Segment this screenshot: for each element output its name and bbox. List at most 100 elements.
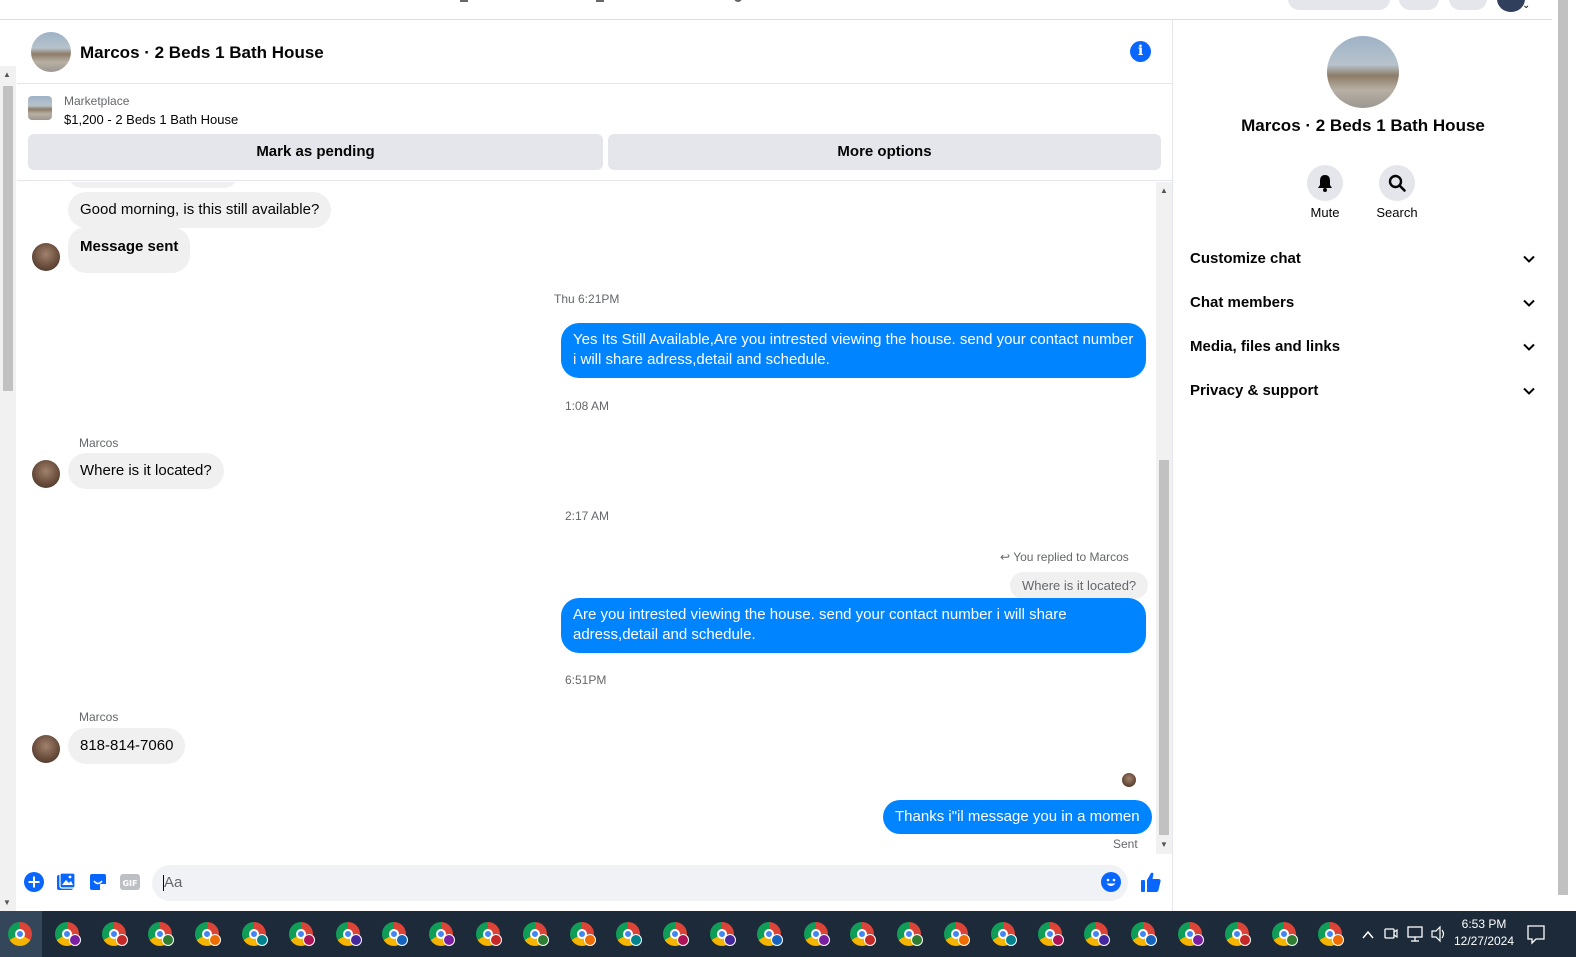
section-media-files-links[interactable]: Media, files and links bbox=[1190, 332, 1536, 362]
profile-badge-icon bbox=[677, 934, 690, 946]
mark-pending-button[interactable]: Mark as pending bbox=[28, 134, 603, 170]
listing-title[interactable]: $1,200 - 2 Beds 1 Bath House bbox=[64, 112, 238, 127]
page-scrollbar[interactable]: ▲ ▼ bbox=[0, 66, 16, 911]
notifications-icon[interactable] bbox=[1526, 911, 1546, 957]
profile-badge-icon bbox=[256, 934, 268, 946]
section-customize-chat[interactable]: Customize chat bbox=[1190, 244, 1536, 274]
thumbs-up-icon[interactable] bbox=[1140, 871, 1162, 893]
volume-icon[interactable] bbox=[1430, 911, 1448, 957]
profile-badge-icon bbox=[1004, 934, 1017, 946]
search-button[interactable] bbox=[1379, 165, 1415, 201]
section-privacy-support[interactable]: Privacy & support bbox=[1190, 376, 1536, 406]
marketplace-label: Marketplace bbox=[64, 94, 130, 108]
details-title: Marcos · 2 Beds 1 Bath House bbox=[1241, 116, 1485, 135]
message-list[interactable]: Good morning, is this still available? M… bbox=[17, 182, 1173, 854]
chrome-profile-icon[interactable] bbox=[8, 922, 32, 946]
message-status: Sent bbox=[1113, 837, 1138, 851]
plus-icon[interactable] bbox=[24, 872, 44, 892]
groups-nav-icon[interactable] bbox=[596, 0, 604, 2]
browser-scrollbar[interactable] bbox=[1552, 0, 1576, 911]
profile-badge-icon bbox=[583, 934, 596, 946]
show-hidden-icons-chevron-icon[interactable] bbox=[1361, 911, 1375, 957]
details-avatar[interactable] bbox=[1327, 36, 1399, 108]
sender-name: Marcos bbox=[79, 710, 119, 724]
photo-icon[interactable] bbox=[56, 872, 76, 892]
page-scroll-thumb[interactable] bbox=[3, 86, 13, 391]
emoji-icon[interactable] bbox=[1101, 872, 1121, 892]
mute-button[interactable] bbox=[1307, 165, 1343, 201]
section-label: Privacy & support bbox=[1190, 382, 1319, 399]
top-navigation-bar: ⌄ bbox=[0, 0, 1576, 20]
scroll-down-arrow-icon[interactable]: ▼ bbox=[1160, 840, 1168, 849]
sticker-icon[interactable] bbox=[88, 872, 108, 892]
sender-avatar[interactable] bbox=[32, 460, 60, 488]
read-receipt-avatar bbox=[1122, 773, 1136, 787]
profile-badge-icon bbox=[115, 934, 128, 946]
message-bubble[interactable]: Message sent bbox=[68, 227, 191, 273]
reply-arrow-icon: ↩ bbox=[1000, 550, 1011, 564]
profile-badge-icon bbox=[1098, 934, 1111, 946]
chevron-down-icon bbox=[1523, 387, 1535, 395]
windows-taskbar: 6:53 PM 12/27/2024 bbox=[0, 911, 1576, 957]
text-caret bbox=[163, 875, 164, 891]
profile-badge-icon bbox=[443, 934, 456, 946]
search-label: Search bbox=[1376, 205, 1418, 220]
svg-text:GIF: GIF bbox=[122, 879, 137, 888]
gaming-nav-icon[interactable] bbox=[734, 0, 742, 2]
chevron-down-icon bbox=[1523, 343, 1535, 351]
browser-scroll-thumb[interactable] bbox=[1558, 0, 1568, 895]
chevron-down-icon: ⌄ bbox=[1522, 0, 1531, 11]
profile-badge-icon bbox=[770, 934, 783, 946]
meet-now-icon[interactable] bbox=[1384, 911, 1398, 957]
account-avatar[interactable] bbox=[1497, 0, 1525, 12]
chat-panel: Marcos · 2 Beds 1 Bath House i Marketpla… bbox=[17, 20, 1173, 911]
message-bubble-outgoing[interactable]: Are you intrested viewing the house. sen… bbox=[561, 598, 1146, 653]
network-icon[interactable] bbox=[1406, 911, 1424, 957]
profile-badge-icon bbox=[1238, 934, 1251, 946]
sender-name: Marcos bbox=[79, 436, 119, 450]
chat-title[interactable]: Marcos · 2 Beds 1 Bath House bbox=[80, 43, 324, 63]
bell-icon bbox=[1318, 175, 1332, 192]
message-bubble[interactable]: Good morning, is this still available? bbox=[68, 192, 332, 228]
message-bubble[interactable]: Where is it located? bbox=[68, 453, 224, 489]
message-bubble[interactable]: 818-814-7060 bbox=[68, 728, 186, 764]
chevron-down-icon bbox=[1523, 299, 1535, 307]
mute-label: Mute bbox=[1310, 205, 1340, 220]
message-timestamp: 2:17 AM bbox=[565, 509, 610, 523]
top-search-pill[interactable] bbox=[1288, 0, 1390, 10]
marketplace-listing-bar: Marketplace $1,200 - 2 Beds 1 Bath House… bbox=[17, 85, 1173, 181]
profile-badge-icon bbox=[1332, 934, 1345, 946]
profile-badge-icon bbox=[396, 934, 409, 946]
listing-thumbnail[interactable] bbox=[28, 96, 52, 120]
message-bubble-outgoing[interactable]: Thanks i"il message you in a momen bbox=[883, 800, 1152, 834]
profile-badge-icon bbox=[349, 934, 362, 946]
messenger-button[interactable] bbox=[1449, 0, 1487, 10]
message-bubble-clipped bbox=[68, 182, 238, 188]
chat-avatar[interactable] bbox=[31, 32, 71, 72]
scroll-up-arrow-icon[interactable]: ▲ bbox=[3, 70, 11, 79]
message-timestamp: 1:08 AM bbox=[565, 399, 610, 413]
scroll-down-arrow-icon[interactable]: ▼ bbox=[3, 898, 11, 907]
profile-badge-icon bbox=[911, 934, 924, 946]
info-icon[interactable]: i bbox=[1130, 41, 1151, 62]
profile-badge-icon bbox=[68, 934, 81, 946]
profile-badge-icon bbox=[536, 934, 549, 946]
search-icon bbox=[1388, 174, 1406, 192]
message-input[interactable]: Aa bbox=[152, 865, 1128, 901]
gif-icon[interactable]: GIF bbox=[120, 872, 140, 892]
message-bubble-outgoing[interactable]: Yes Its Still Available,Are you intreste… bbox=[561, 323, 1146, 378]
scroll-up-arrow-icon[interactable]: ▲ bbox=[1160, 186, 1168, 195]
sender-avatar[interactable] bbox=[32, 735, 60, 763]
profile-badge-icon bbox=[1051, 934, 1064, 946]
menu-grid-button[interactable] bbox=[1399, 0, 1439, 10]
message-scrollbar[interactable]: ▲ ▼ bbox=[1156, 182, 1172, 854]
quoted-message[interactable]: Where is it located? bbox=[1010, 572, 1149, 599]
system-clock[interactable]: 6:53 PM 12/27/2024 bbox=[1452, 916, 1516, 950]
section-chat-members[interactable]: Chat members bbox=[1190, 288, 1536, 318]
message-input-placeholder: Aa bbox=[164, 874, 183, 891]
message-timestamp: Thu 6:21PM bbox=[554, 292, 620, 306]
marketplace-nav-icon[interactable] bbox=[460, 0, 468, 2]
message-scroll-thumb[interactable] bbox=[1159, 460, 1169, 835]
sender-avatar[interactable] bbox=[32, 243, 60, 271]
more-options-button[interactable]: More options bbox=[608, 134, 1161, 170]
